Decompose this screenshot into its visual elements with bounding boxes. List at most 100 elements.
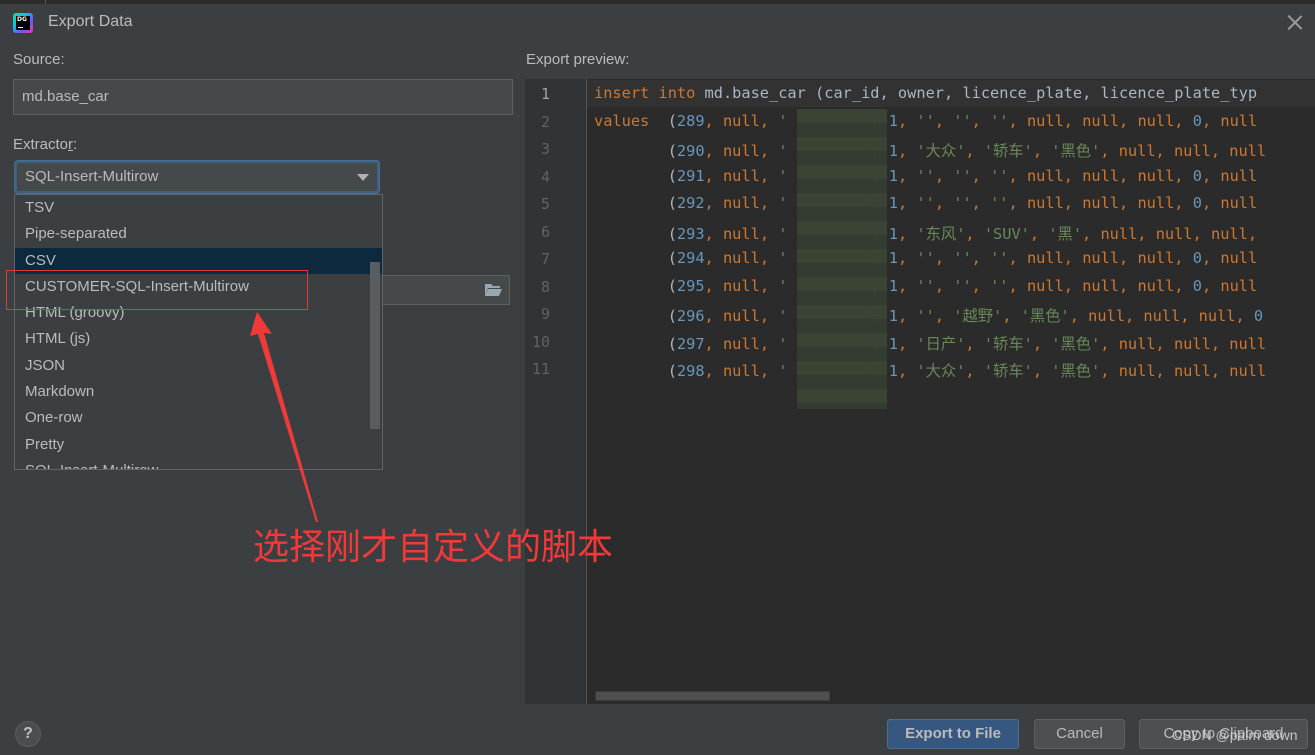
comma: ,	[897, 276, 917, 295]
option-tsv[interactable]: TSV	[15, 195, 382, 221]
row-id: 295	[676, 276, 705, 295]
trailing-values: null, null, null,	[1100, 225, 1257, 243]
comma: ,	[897, 307, 917, 325]
code-line-values-row: (293, null, ' ', 1, '东风', 'SUV', '黑', nu…	[594, 222, 1257, 244]
null-literals: , null	[1201, 194, 1258, 212]
comma: ,	[1100, 334, 1119, 353]
option-sql-insert-multirow[interactable]: SQL-Insert-Multirow	[15, 458, 382, 469]
annotation-text: 选择刚才自定义的脚本	[253, 527, 614, 568]
comma: ,	[897, 194, 917, 212]
option-pipe-separated[interactable]: Pipe-separated	[15, 221, 382, 247]
line-number: 11	[531, 360, 550, 378]
comma: ,	[965, 362, 984, 380]
horizontal-scrollbar[interactable]	[595, 691, 830, 701]
null-literals: null, null, null	[1118, 334, 1267, 353]
help-icon[interactable]: ?	[15, 721, 41, 747]
comma: ,	[704, 111, 723, 130]
string-literal: ''	[990, 276, 1009, 295]
comma: ,	[897, 362, 917, 380]
option-pretty[interactable]: Pretty	[15, 432, 382, 458]
extractor-label: Extractor:	[13, 136, 77, 153]
extractor-dropdown[interactable]: SQL-Insert-Multirow	[15, 161, 379, 193]
table-columns: md.base_car (car_id, owner, licence_plat…	[695, 84, 1258, 102]
comma: ,	[1008, 276, 1027, 295]
comma: ,	[704, 276, 723, 295]
comma: ,	[934, 307, 954, 325]
trailing-values: null, null, null, 0, null	[1027, 194, 1257, 212]
comma: ,	[759, 249, 779, 267]
row-id: 289	[676, 111, 705, 130]
comma: ,	[1100, 362, 1119, 380]
string-literal: ''	[953, 276, 972, 295]
number-literal: 1	[888, 334, 898, 353]
option-html-js[interactable]: HTML (js)	[15, 326, 382, 352]
line-number: 4	[540, 167, 550, 186]
comma: ,	[965, 334, 984, 353]
extractor-options-list: TSV Pipe-separated CSV CUSTOMER-SQL-Inse…	[14, 194, 383, 470]
null-literals: null, null, null,	[1088, 307, 1254, 325]
datagrip-logo-icon: DG	[13, 13, 33, 33]
close-icon[interactable]	[1284, 12, 1306, 34]
option-json[interactable]: JSON	[15, 353, 382, 379]
null-literal: null	[722, 142, 760, 160]
string-literal: ''	[953, 249, 972, 267]
null-literals: , null	[1201, 249, 1258, 267]
null-literal: null	[722, 362, 760, 380]
code-line-values-row: (298, null, ' ', 1, '大众', '轿车', '黑色', nu…	[594, 359, 1266, 381]
export-preview-editor[interactable]: 1 2 3 4 5 6 7 8 9 10 11 insert into md.base_car (c…	[525, 79, 1315, 704]
paren: (	[667, 111, 677, 130]
comma: ,	[1032, 362, 1052, 380]
comma: ,	[934, 111, 954, 130]
dialog-title: Export Data	[48, 13, 133, 30]
paren: (	[667, 249, 677, 267]
comma: ,	[897, 334, 917, 353]
source-label: Source:	[13, 51, 65, 68]
trailing-values: null, null, null, 0, null	[1027, 112, 1257, 130]
comma: ,	[897, 142, 917, 160]
number-literal: 1	[888, 276, 898, 295]
option-one-row[interactable]: One-row	[15, 405, 382, 431]
watermark: CSDN @palm down	[1172, 727, 1298, 743]
string-literal: '轿车'	[983, 334, 1033, 353]
trailing-values: null, null, null	[1119, 142, 1266, 160]
export-preview-label: Export preview:	[526, 51, 630, 68]
comma: ,	[704, 334, 723, 353]
line-number: 10	[531, 332, 550, 351]
comma: ,	[934, 166, 954, 185]
line-number: 9	[540, 305, 550, 323]
dropdown-arrow-icon[interactable]	[357, 174, 369, 181]
line-number: 7	[540, 250, 550, 268]
line-number: 2	[540, 112, 550, 131]
null-literals: , null	[1201, 166, 1258, 185]
export-to-file-button[interactable]: Export to File	[887, 719, 1019, 749]
comma: ,	[759, 111, 779, 130]
null-literals: , null	[1201, 276, 1258, 295]
null-literals: null, null, null,	[1026, 276, 1193, 295]
extractor-label-colon: :	[73, 136, 78, 153]
dropdown-scrollbar[interactable]	[370, 262, 380, 429]
comma: ,	[759, 307, 779, 325]
null-literals: null, null, null	[1118, 142, 1267, 160]
comma: ,	[704, 362, 723, 380]
null-literal: null	[722, 111, 760, 130]
string-literal: ''	[990, 111, 1009, 130]
annotation-highlight-box	[6, 270, 308, 310]
paren: (	[667, 194, 677, 212]
number-literal: 0	[1192, 194, 1202, 212]
source-field[interactable]: md.base_car	[13, 79, 513, 115]
comma: ,	[1002, 307, 1021, 325]
option-markdown[interactable]: Markdown	[15, 379, 382, 405]
code-line-values-row: (296, null, ' ', 1, '', '越野', '黑色', null…	[594, 304, 1263, 326]
redacted-region	[797, 109, 887, 409]
comma: ,	[1008, 194, 1027, 212]
null-literals: null, null, null,	[1026, 166, 1193, 185]
trailing-values: null, null, null, 0, null	[1027, 167, 1257, 185]
folder-open-icon[interactable]	[484, 283, 502, 297]
string-literal: ''	[990, 249, 1009, 267]
comma: ,	[934, 194, 954, 212]
cancel-button[interactable]: Cancel	[1034, 719, 1125, 749]
comma: ,	[965, 224, 984, 243]
string-literal: '黑'	[1048, 224, 1083, 243]
row-id: 298	[676, 362, 705, 380]
string-literal: '轿车'	[983, 362, 1033, 380]
